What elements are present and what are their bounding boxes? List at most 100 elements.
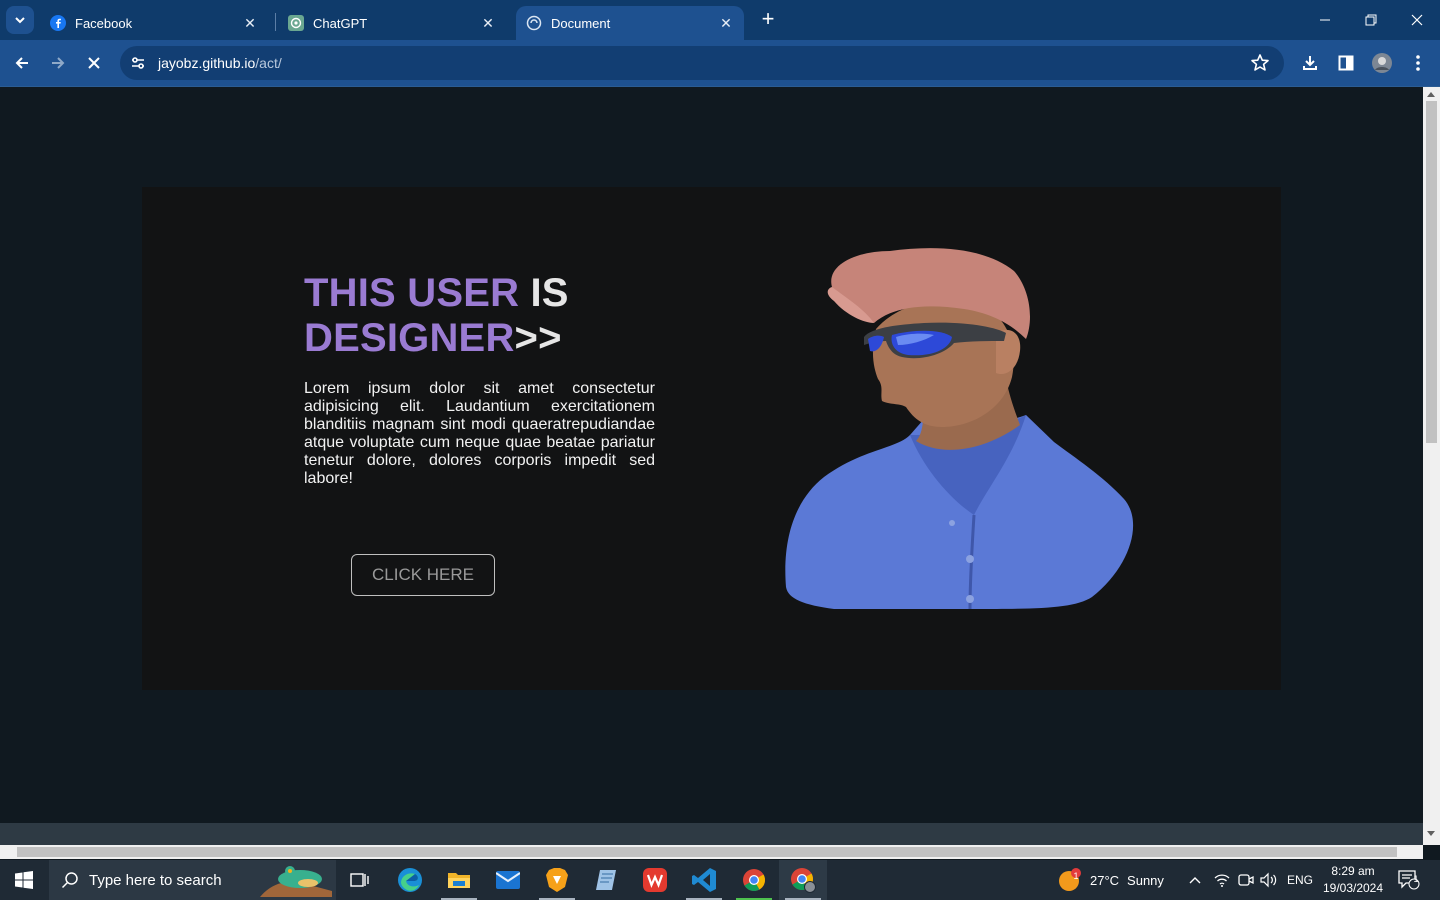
minimize-icon bbox=[1320, 19, 1330, 21]
brave-app-button[interactable] bbox=[533, 860, 581, 900]
facebook-icon bbox=[50, 15, 66, 31]
close-window-button[interactable] bbox=[1394, 0, 1440, 40]
click-here-button[interactable]: CLICK HERE bbox=[351, 554, 495, 596]
browser-menu-button[interactable] bbox=[1406, 51, 1430, 75]
chevron-down-icon bbox=[15, 17, 25, 24]
clock-date: 19/03/2024 bbox=[1322, 881, 1384, 895]
hero-paragraph: Lorem ipsum dolor sit amet consectetur a… bbox=[304, 380, 655, 487]
task-view-button[interactable] bbox=[336, 860, 384, 900]
close-icon bbox=[1411, 14, 1423, 26]
search-placeholder: Type here to search bbox=[89, 871, 222, 889]
address-bar[interactable]: jayobz.github.io/act/ bbox=[120, 46, 1284, 80]
mail-icon bbox=[496, 871, 520, 889]
side-panel-icon bbox=[1338, 55, 1354, 71]
vscode-app-button[interactable] bbox=[680, 860, 728, 900]
file-explorer-icon bbox=[448, 873, 470, 888]
edge-icon bbox=[398, 868, 422, 892]
tab-search-button[interactable] bbox=[6, 6, 34, 34]
search-icon bbox=[61, 872, 78, 889]
frog-illustration-icon bbox=[260, 866, 332, 897]
weather-temperature: 27°C bbox=[1090, 872, 1120, 888]
arrow-left-icon bbox=[15, 57, 28, 69]
chrome-icon bbox=[743, 869, 765, 891]
tab-title: Document bbox=[551, 15, 611, 31]
url-host: jayobz.github.io bbox=[158, 55, 256, 71]
windows-logo-icon bbox=[15, 871, 33, 889]
tab-strip: Facebook ✕ ChatGPT ✕ Document ✕ + bbox=[0, 0, 1440, 40]
restore-icon bbox=[1365, 14, 1377, 26]
site-info-button[interactable] bbox=[124, 49, 152, 77]
wps-office-icon bbox=[643, 868, 667, 892]
back-button[interactable] bbox=[8, 49, 36, 77]
tab-title: ChatGPT bbox=[313, 15, 368, 31]
new-tab-button[interactable]: + bbox=[756, 8, 780, 32]
page-viewport: THIS USER IS DESIGNER>> Lorem ipsum dolo… bbox=[0, 87, 1423, 845]
horizontal-scrollbar[interactable] bbox=[0, 845, 1423, 859]
bookmark-star-icon[interactable] bbox=[1250, 53, 1270, 73]
wifi-icon bbox=[1214, 874, 1230, 887]
headline-accent: DESIGNER bbox=[304, 316, 515, 360]
windows-taskbar: Type here to search 1 27°C Sunny ENG 8:2… bbox=[0, 860, 1440, 900]
notes-icon bbox=[596, 870, 616, 890]
notification-center-button[interactable]: 1 bbox=[1398, 860, 1420, 900]
stop-loading-button[interactable] bbox=[80, 49, 108, 77]
download-icon bbox=[1303, 56, 1317, 70]
tab-chatgpt[interactable]: ChatGPT ✕ bbox=[278, 6, 506, 40]
close-tab-icon[interactable]: ✕ bbox=[242, 15, 258, 31]
chrome-app-button[interactable] bbox=[730, 860, 778, 900]
speaker-icon bbox=[1260, 872, 1277, 888]
url-path: /act/ bbox=[255, 55, 282, 71]
chatgpt-icon bbox=[288, 15, 304, 31]
task-view-icon bbox=[350, 873, 369, 887]
vscode-icon bbox=[692, 868, 716, 892]
downloads-button[interactable] bbox=[1298, 51, 1322, 75]
minimize-button[interactable] bbox=[1302, 0, 1348, 40]
volume-button[interactable] bbox=[1260, 860, 1278, 900]
clock-time: 8:29 am bbox=[1331, 864, 1375, 878]
horizontal-scrollbar-thumb[interactable] bbox=[17, 847, 1397, 857]
show-hidden-icons-button[interactable] bbox=[1188, 860, 1202, 900]
avatar bbox=[1372, 53, 1392, 73]
taskbar-search-box[interactable]: Type here to search bbox=[49, 860, 336, 900]
input-language: ENG bbox=[1287, 873, 1314, 887]
vertical-scrollbar[interactable] bbox=[1423, 87, 1440, 845]
headline-plain: IS bbox=[519, 271, 569, 315]
edge-app-button[interactable] bbox=[386, 860, 434, 900]
meet-now-button[interactable] bbox=[1238, 860, 1254, 900]
tune-icon bbox=[132, 57, 144, 69]
tab-document[interactable]: Document ✕ bbox=[516, 6, 744, 40]
scroll-down-arrow-icon[interactable] bbox=[1427, 831, 1435, 836]
mail-app-button[interactable] bbox=[484, 860, 532, 900]
notification-count: 1 bbox=[1413, 874, 1419, 884]
tab-divider bbox=[275, 13, 276, 31]
start-button[interactable] bbox=[0, 860, 48, 900]
tab-title: Facebook bbox=[75, 15, 133, 31]
weather-condition: Sunny bbox=[1127, 872, 1164, 888]
close-tab-icon[interactable]: ✕ bbox=[480, 15, 496, 31]
scroll-up-arrow-icon[interactable] bbox=[1427, 92, 1435, 97]
arrow-right-icon bbox=[52, 57, 65, 69]
notes-app-button[interactable] bbox=[582, 860, 630, 900]
url-text: jayobz.github.io/act/ bbox=[158, 55, 282, 71]
brave-icon bbox=[546, 868, 568, 892]
chrome-profile-app-button[interactable] bbox=[779, 860, 827, 900]
input-language-button[interactable]: ENG bbox=[1287, 860, 1313, 900]
tab-facebook[interactable]: Facebook ✕ bbox=[40, 6, 268, 40]
network-button[interactable] bbox=[1214, 860, 1230, 900]
taskbar-clock[interactable]: 8:29 am 19/03/2024 bbox=[1318, 863, 1388, 897]
restore-button[interactable] bbox=[1348, 0, 1394, 40]
camera-icon bbox=[1238, 874, 1254, 886]
weather-widget[interactable]: 1 27°C Sunny bbox=[1058, 860, 1164, 900]
headline-accent: THIS USER bbox=[304, 271, 520, 315]
wps-office-app-button[interactable] bbox=[631, 860, 679, 900]
profile-button[interactable] bbox=[1370, 51, 1394, 75]
forward-button[interactable] bbox=[44, 49, 72, 77]
weather-alert-badge: 1 bbox=[1073, 871, 1079, 881]
file-explorer-app-button[interactable] bbox=[435, 860, 483, 900]
browser-toolbar: jayobz.github.io/act/ bbox=[0, 40, 1440, 86]
headline-plain: >> bbox=[514, 316, 562, 360]
more-vertical-icon bbox=[1416, 55, 1420, 71]
side-panel-button[interactable] bbox=[1334, 51, 1358, 75]
close-tab-icon[interactable]: ✕ bbox=[718, 15, 734, 31]
vertical-scrollbar-thumb[interactable] bbox=[1426, 101, 1437, 443]
